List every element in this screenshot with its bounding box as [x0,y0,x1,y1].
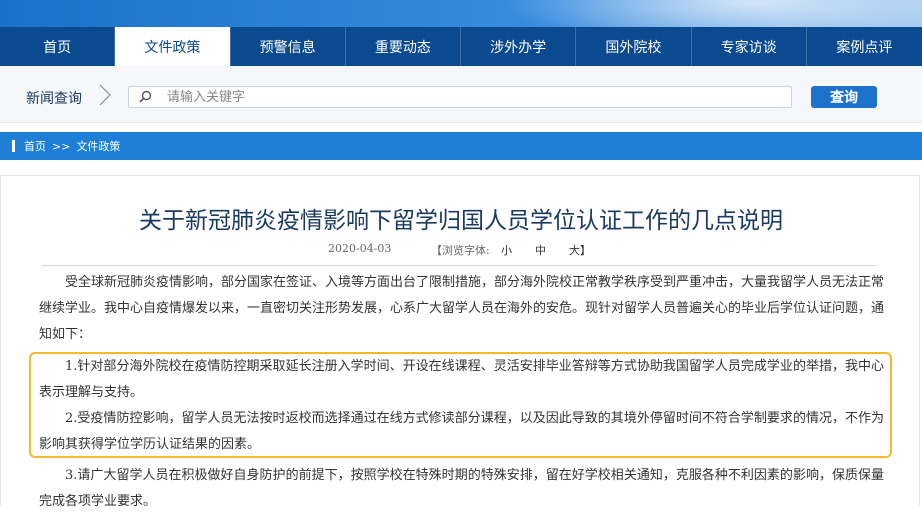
search-bar: 新闻查询 查询 [0,66,922,123]
breadcrumb-home-link[interactable]: 首页 [24,138,46,154]
article-title: 关于新冠肺炎疫情影响下留学归国人员学位认证工作的几点说明 [139,208,783,234]
article-paragraph-intro: 受全球新冠肺炎疫情影响，部分国家在签证、入境等方面出台了限制措施，部分海外院校正… [39,275,885,342]
article-container: 关于新冠肺炎疫情影响下留学归国人员学位认证工作的几点说明 2020-04-03 … [0,175,920,509]
article-paragraph-3: 3.请广大留学人员在积极做好自身防护的前提下，按照学校在特殊时期的特殊安排，留在… [39,468,884,509]
nav-item-expert-interviews[interactable]: 专家访谈 [692,27,807,66]
nav-item-foreign-institutions[interactable]: 国外院校 [576,27,692,66]
breadcrumb-current[interactable]: 文件政策 [76,138,120,154]
chevron-right-icon [99,84,111,106]
nav-item-policy[interactable]: 文件政策 [115,27,231,66]
article-date: 2020-04-03 [328,242,392,255]
banner-glow [502,0,922,27]
search-label: 新闻查询 [26,91,82,107]
font-size-small-link[interactable]: 小 [501,242,512,258]
nav-item-home[interactable]: 首页 [0,27,116,66]
search-icon [139,90,152,103]
main-nav: 首页 文件政策 预警信息 重要动态 涉外办学 国外院校 专家访谈 案例点评 [0,27,922,66]
breadcrumb-marker [12,140,15,152]
nav-item-warnings[interactable]: 预警信息 [231,27,346,66]
font-size-medium-link[interactable]: 中 [535,242,546,258]
highlight-box [29,352,892,458]
top-banner [0,0,922,27]
font-size-large-link[interactable]: 大】 [569,242,591,258]
breadcrumb: 首页 >> 文件政策 [0,132,922,160]
nav-item-foreign-schooling[interactable]: 涉外办学 [461,27,577,66]
font-size-label: 【浏览字体: [431,244,490,257]
search-box [128,86,792,108]
breadcrumb-separator: >> [52,139,71,153]
nav-item-news[interactable]: 重要动态 [346,27,461,66]
divider [41,265,877,266]
search-input[interactable] [167,87,767,107]
search-button[interactable]: 查询 [811,86,877,108]
nav-item-case-reviews[interactable]: 案例点评 [807,27,922,66]
